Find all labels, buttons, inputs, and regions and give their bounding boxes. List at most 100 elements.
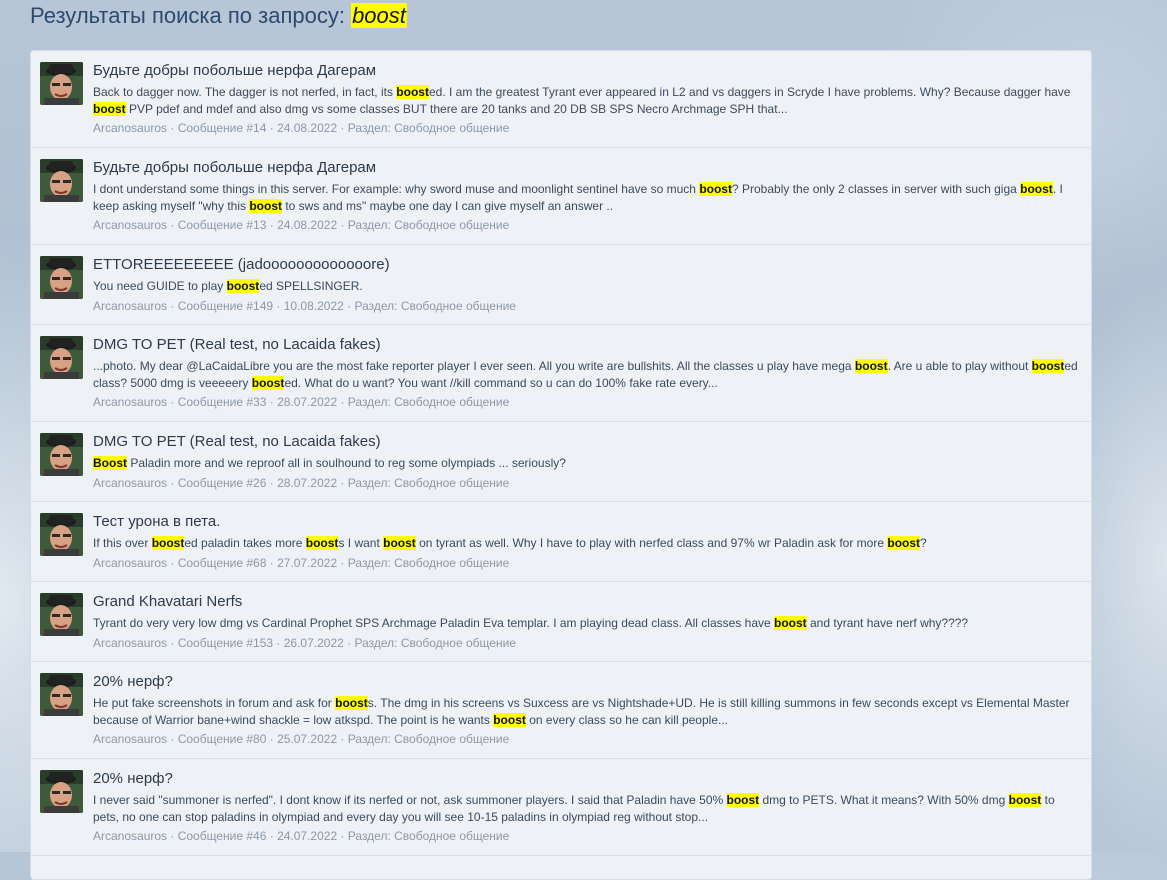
result-title-link[interactable]: ETTOREEEEEEEEE (jadooooooooooooore) [93, 256, 1081, 274]
post-date[interactable]: 24.08.2022 [277, 121, 337, 135]
meta-separator: · [337, 121, 348, 135]
result-meta: Arcanosauros · Сообщение #68 · 27.07.202… [93, 555, 1081, 571]
result-title-link[interactable]: DMG TO PET (Real test, no Lacaida fakes) [93, 336, 1081, 354]
snippet-text: ed. I am the greatest Tyrant ever appear… [428, 85, 1071, 99]
post-number-link[interactable]: Сообщение #68 [178, 556, 267, 570]
avatar[interactable] [40, 62, 83, 105]
post-number-link[interactable]: Сообщение #149 [178, 299, 273, 313]
author-link[interactable]: Arcanosauros [93, 732, 167, 746]
page-title-prefix: Результаты поиска по запросу: [30, 3, 352, 28]
meta-separator: · [167, 475, 178, 490]
section-link[interactable]: Свободное общение [394, 121, 509, 135]
post-date[interactable]: 27.07.2022 [277, 556, 337, 570]
result-snippet: I dont understand some things in this se… [93, 181, 1081, 214]
post-date[interactable]: 28.07.2022 [277, 395, 337, 409]
author-link[interactable]: Arcanosauros [93, 556, 167, 570]
avatar[interactable] [40, 593, 83, 636]
snippet-text: PVP pdef and mdef and also dmg vs some c… [125, 101, 788, 116]
author-link[interactable]: Arcanosauros [93, 636, 167, 650]
search-term-highlight: boost [251, 375, 285, 390]
avatar[interactable] [40, 336, 83, 379]
author-link[interactable]: Arcanosauros [93, 218, 167, 232]
section-link[interactable]: Свободное общение [401, 636, 516, 650]
search-result: Будьте добры побольше нерфа Дагерам I don… [31, 148, 1091, 245]
meta-separator: · [266, 732, 278, 746]
author-link[interactable]: Arcanosauros [93, 121, 167, 135]
post-date[interactable]: 25.07.2022 [277, 732, 337, 746]
post-date[interactable]: 28.07.2022 [277, 476, 337, 490]
post-number-link[interactable]: Сообщение #46 [178, 829, 267, 843]
post-number-link[interactable]: Сообщение #33 [178, 395, 267, 409]
result-meta: Arcanosauros · Сообщение #13 · 24.08.202… [93, 217, 1081, 233]
snippet-text: If this over [93, 536, 152, 550]
avatar[interactable] [40, 673, 83, 716]
meta-separator: · [337, 829, 348, 843]
snippet-text: to sws and ms" maybe one day I can give … [282, 198, 614, 213]
result-title-link[interactable]: Тест урона в пета. [93, 513, 1081, 531]
search-term-highlight: boost [305, 536, 339, 550]
post-date[interactable]: 24.08.2022 [277, 218, 337, 232]
result-title-link[interactable]: Grand Khavatari Nerfs [93, 593, 1081, 611]
snippet-text: ed SPELLSINGER. [259, 279, 363, 293]
post-number-link[interactable]: Сообщение #14 [178, 121, 267, 135]
result-snippet: He put fake screenshots in forum and ask… [93, 695, 1081, 728]
section-link[interactable]: Свободное общение [394, 476, 509, 490]
search-term-highlight: boost [1008, 793, 1042, 807]
snippet-text: on every class so he can kill people... [525, 712, 728, 727]
search-term-highlight: boost [396, 85, 429, 99]
meta-separator: · [337, 732, 348, 746]
search-term-highlight: boost [774, 616, 807, 630]
meta-separator: · [337, 395, 348, 409]
post-date[interactable]: 24.07.2022 [277, 829, 337, 843]
search-term-highlight: boost [249, 198, 282, 213]
result-meta: Arcanosauros · Сообщение #26 · 28.07.202… [93, 475, 1081, 491]
search-result: 20% нерф? I never said "summoner is nerfe… [31, 759, 1091, 856]
avatar[interactable] [40, 513, 83, 556]
avatar[interactable] [40, 433, 83, 476]
avatar[interactable] [40, 159, 83, 202]
section-link[interactable]: Свободное общение [394, 395, 509, 409]
author-link[interactable]: Arcanosauros [93, 476, 167, 490]
result-title-link[interactable]: 20% нерф? [93, 770, 1081, 788]
result-snippet: Boost Paladin more and we reproof all in… [93, 455, 1081, 472]
post-number-link[interactable]: Сообщение #80 [178, 732, 267, 746]
post-date[interactable]: 26.07.2022 [284, 636, 344, 650]
search-term-highlight: boost [1031, 359, 1065, 373]
post-number-link[interactable]: Сообщение #153 [178, 636, 273, 650]
post-date[interactable]: 10.08.2022 [284, 299, 344, 313]
author-link[interactable]: Arcanosauros [93, 829, 167, 843]
meta-separator: · [266, 218, 278, 232]
search-result: DMG TO PET (Real test, no Lacaida fakes)… [31, 422, 1091, 502]
search-result: DMG TO PET (Real test, no Lacaida fakes)… [31, 325, 1091, 422]
snippet-text: He put fake screenshots in forum and ask… [93, 696, 336, 710]
snippet-text: ? [920, 536, 927, 550]
snippet-text: ed paladin takes more [184, 536, 306, 550]
section-label: Раздел: [347, 121, 395, 135]
post-number-link[interactable]: Сообщение #13 [178, 218, 267, 232]
result-meta: Arcanosauros · Сообщение #33 · 28.07.202… [93, 394, 1081, 410]
section-link[interactable]: Свободное общение [394, 556, 509, 570]
result-snippet: I never said "summoner is nerfed". I don… [93, 792, 1081, 825]
avatar[interactable] [40, 256, 83, 299]
avatar[interactable] [40, 770, 83, 813]
result-snippet: ...photo. My dear @LaCaidaLibre you are … [93, 358, 1081, 391]
result-title-link[interactable]: Будьте добры побольше нерфа Дагерам [93, 159, 1081, 177]
page-title: Результаты поиска по запросу: boost [30, 3, 407, 29]
post-number-link[interactable]: Сообщение #26 [178, 476, 267, 490]
result-title-link[interactable]: DMG TO PET (Real test, no Lacaida fakes) [93, 433, 1081, 451]
result-meta: Arcanosauros · Сообщение #149 · 10.08.20… [93, 298, 1081, 314]
snippet-text: ed. What do u want? You want //kill comm… [284, 375, 718, 390]
section-link[interactable]: Свободное общение [401, 299, 516, 313]
author-link[interactable]: Arcanosauros [93, 299, 167, 313]
section-link[interactable]: Свободное общение [394, 829, 509, 843]
result-title-link[interactable]: Будьте добры побольше нерфа Дагерам [93, 62, 1081, 80]
author-link[interactable]: Arcanosauros [93, 395, 167, 409]
result-title-link[interactable]: 20% нерф? [93, 673, 1081, 691]
section-label: Раздел: [347, 395, 395, 409]
meta-separator: · [167, 555, 178, 570]
section-link[interactable]: Свободное общение [394, 732, 509, 746]
result-snippet: You need GUIDE to play boosted SPELLSING… [93, 278, 1081, 295]
section-link[interactable]: Свободное общение [394, 218, 509, 232]
meta-separator: · [273, 635, 284, 650]
meta-separator: · [343, 635, 355, 650]
